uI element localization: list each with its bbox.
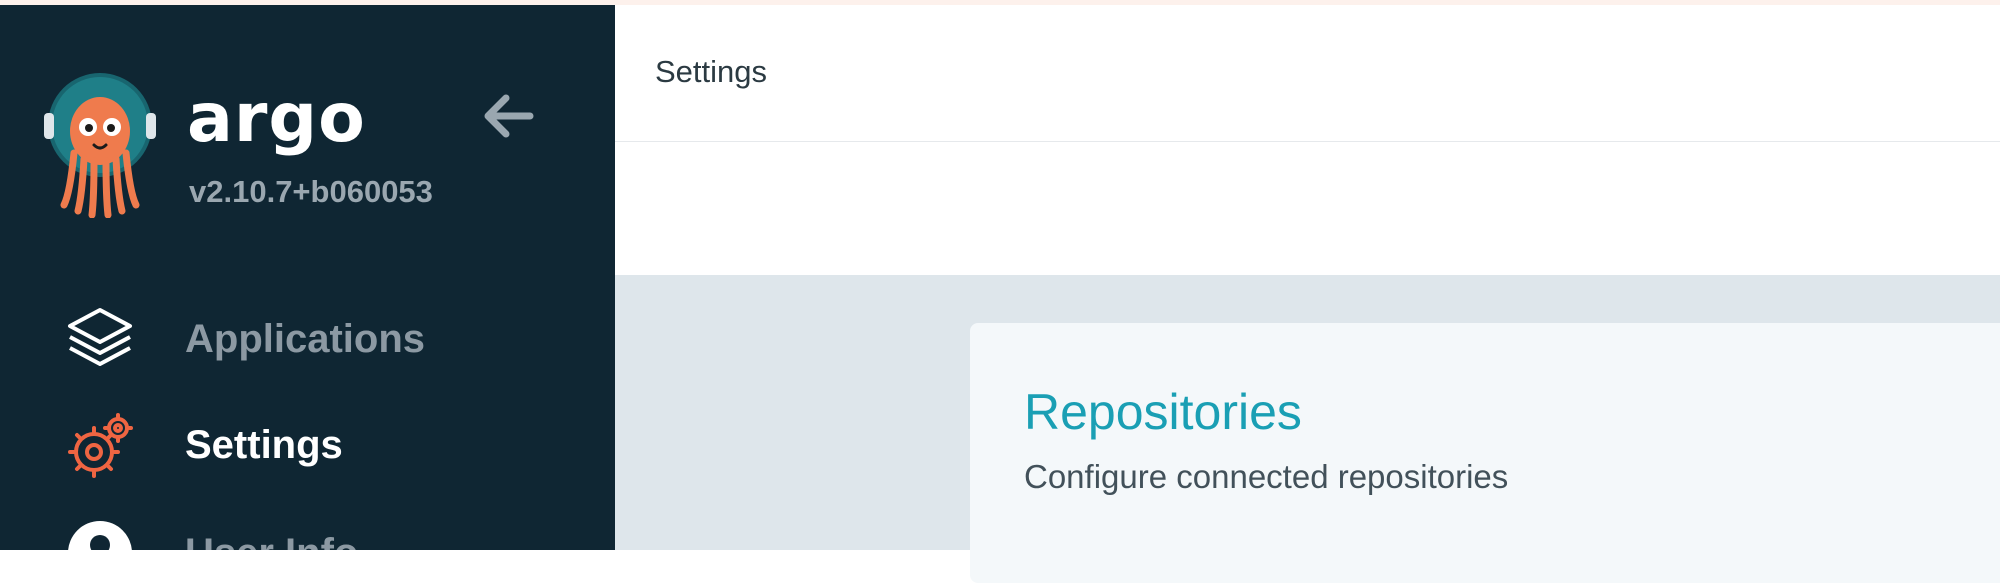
page-title: Settings <box>655 54 768 89</box>
top-bar: Settings <box>615 5 2000 142</box>
layers-icon <box>68 308 132 366</box>
sidebar-item-label: Settings <box>185 423 343 467</box>
gears-icon <box>68 413 133 478</box>
sidebar-item-label: User Info <box>185 533 358 550</box>
user-icon <box>68 521 132 550</box>
sidebar-item-settings[interactable]: Settings <box>0 398 615 488</box>
sidebar: argo v2.10.7+b060053 Applications Settin… <box>0 5 615 550</box>
sidebar-item-user-info[interactable]: User Info <box>0 505 615 550</box>
arrow-left-icon <box>484 94 534 138</box>
brand-name: argo <box>187 79 366 158</box>
toolbar-area <box>615 142 2000 275</box>
sidebar-item-applications[interactable]: Applications <box>0 293 615 383</box>
argo-logo-icon <box>44 73 156 218</box>
repositories-card[interactable]: Repositories Configure connected reposit… <box>970 323 2000 583</box>
card-title: Repositories <box>1024 384 1302 440</box>
card-description: Configure connected repositories <box>1024 458 1509 495</box>
settings-content: Repositories Configure connected reposit… <box>615 275 2000 583</box>
version-label: v2.10.7+b060053 <box>189 174 433 209</box>
sidebar-item-label: Applications <box>185 317 426 361</box>
collapse-sidebar-button[interactable] <box>478 90 538 142</box>
